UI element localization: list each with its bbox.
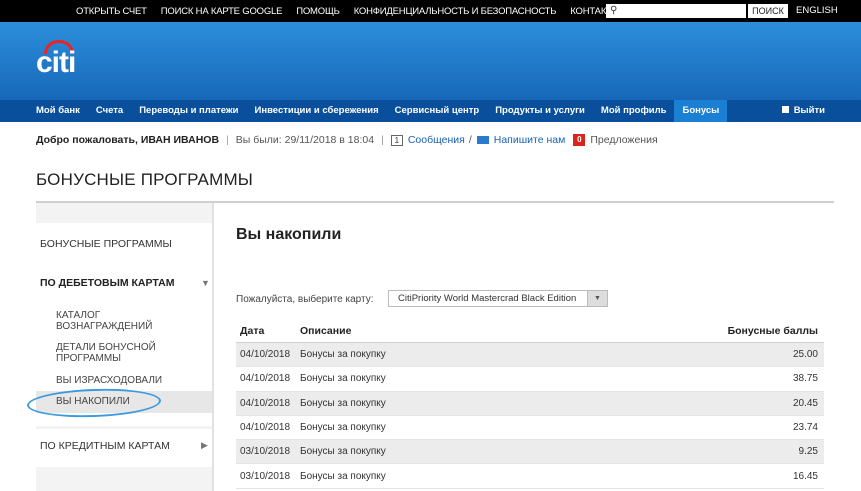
row-points: 38.75 [792,373,818,385]
logout-button[interactable]: Выйти [781,100,825,122]
row-points: 16.45 [792,470,818,482]
dropdown-arrow-icon[interactable]: ▼ [587,291,607,306]
chevron-right-icon[interactable]: ▶ [201,440,208,451]
row-description: Бонусы за покупку [300,349,386,361]
row-points: 20.45 [792,397,818,409]
envelope-icon [476,136,489,144]
top-link-open-account[interactable]: ОТКРЫТЬ СЧЕТ [76,6,147,17]
top-links: ОТКРЫТЬ СЧЕТ ПОИСК НА КАРТЕ GOOGLE ПОМОЩ… [76,0,634,22]
lock-icon [781,106,789,113]
citi-logo[interactable]: citi [36,40,82,80]
nav-service-center[interactable]: Сервисный центр [387,100,488,122]
sidebar-divider [212,203,214,491]
card-select[interactable]: CitiPriority World Mastercrad Black Edit… [388,290,608,307]
sidebar-item-debit[interactable]: ПО ДЕБЕТОВЫМ КАРТАМ [40,277,174,289]
nav-my-bank[interactable]: Мой банк [0,100,88,122]
sidebar-item-credit[interactable]: ПО КРЕДИТНЫМ КАРТАМ [40,440,170,452]
nav-products[interactable]: Продукты и услуги [487,100,593,122]
logo-text: citi [36,46,76,79]
top-link-google-map[interactable]: ПОИСК НА КАРТЕ GOOGLE [161,6,283,17]
welcome-bar: Добро пожаловать, ИВАН ИВАНОВ | Вы были:… [36,133,658,147]
row-date: 03/10/2018 [240,446,291,458]
logout-label: Выйти [793,105,825,116]
language-switch[interactable]: ENGLISH [796,0,838,22]
nav-bonuses[interactable]: Бонусы [674,100,728,122]
write-us-link[interactable]: Напишите нам [494,134,566,146]
row-date: 04/10/2018 [240,397,291,409]
slash: / [468,134,472,146]
sidebar: БОНУСНЫЕ ПРОГРАММЫ ПО ДЕБЕТОВЫМ КАРТАМ ▼… [36,203,212,491]
row-points: 25.00 [792,349,818,361]
sidebar-item-programs[interactable]: БОНУСНЫЕ ПРОГРАММЫ [40,238,172,250]
card-select-value: CitiPriority World Mastercrad Black Edit… [398,293,577,304]
row-points: 23.74 [792,422,818,434]
row-description: Бонусы за покупку [300,446,386,458]
table-row: 04/10/2018 Бонусы за покупку 25.00 [236,343,824,368]
nav-transfers[interactable]: Переводы и платежи [131,100,246,122]
table-row: 04/10/2018 Бонусы за покупку 23.74 [236,416,824,441]
table-row: 04/10/2018 Бонусы за покупку 38.75 [236,367,824,392]
col-points: Бонусные баллы [727,325,818,337]
offers-count-badge: 0 [573,134,586,146]
table-row: 03/10/2018 Бонусы за покупку 16.45 [236,464,824,489]
page-title: БОНУСНЫЕ ПРОГРАММЫ [36,170,254,189]
row-date: 04/10/2018 [240,373,291,385]
sidebar-item-spent[interactable]: ВЫ ИЗРАСХОДОВАЛИ [56,375,196,386]
row-date: 03/10/2018 [240,470,291,482]
col-description: Описание [300,325,352,337]
table-header: Дата Описание Бонусные баллы [236,320,824,343]
sidebar-item-catalog[interactable]: КАТАЛОГ ВОЗНАГРАЖДЕНИЙ [56,310,176,332]
messages-count-badge: 1 [390,134,403,146]
card-select-label: Пожалуйста, выберите карту: [236,294,374,305]
bonus-table: Дата Описание Бонусные баллы 04/10/2018 … [236,320,824,489]
search-button[interactable]: ПОИСК [748,4,788,18]
messages-link[interactable]: Сообщения [408,134,465,146]
content-title: Вы накопили [236,226,342,243]
separator: | [226,134,229,146]
sidebar-item-program-details[interactable]: ДЕТАЛИ БОНУСНОЙ ПРОГРАММЫ [56,342,171,364]
row-description: Бонусы за покупку [300,373,386,385]
nav-profile[interactable]: Мой профиль [593,100,675,122]
last-visit: Вы были: 29/11/2018 в 18:04 [235,134,375,146]
row-description: Бонусы за покупку [300,470,386,482]
chevron-down-icon[interactable]: ▼ [201,278,210,288]
top-link-help[interactable]: ПОМОЩЬ [296,6,340,17]
offers-link[interactable]: Предложения [590,134,657,146]
row-date: 04/10/2018 [240,422,291,434]
table-row: 04/10/2018 Бонусы за покупку 20.45 [236,391,824,416]
search-icon: ⚲ [610,5,618,16]
sidebar-programs-section: БОНУСНЫЕ ПРОГРАММЫ [36,223,212,271]
table-row: 03/10/2018 Бонусы за покупку 9.25 [236,440,824,465]
row-points: 9.25 [798,446,818,458]
row-date: 04/10/2018 [240,349,291,361]
main-nav: Мой банк Счета Переводы и платежи Инвест… [0,100,861,122]
greeting: Добро пожаловать, ИВАН ИВАНОВ [36,134,220,146]
nav-accounts[interactable]: Счета [88,100,131,122]
nav-investments[interactable]: Инвестиции и сбережения [247,100,387,122]
search-box[interactable]: ⚲ [606,4,746,18]
sidebar-credit-section: ПО КРЕДИТНЫМ КАРТАМ ▶ [36,429,212,467]
row-description: Бонусы за покупку [300,397,386,409]
top-link-privacy[interactable]: КОНФИДЕНЦИАЛЬНОСТЬ И БЕЗОПАСНОСТЬ [354,6,557,17]
row-description: Бонусы за покупку [300,422,386,434]
separator: | [381,134,384,146]
site-header: citi [0,22,861,100]
search-input[interactable] [622,4,742,18]
col-date: Дата [240,325,265,337]
